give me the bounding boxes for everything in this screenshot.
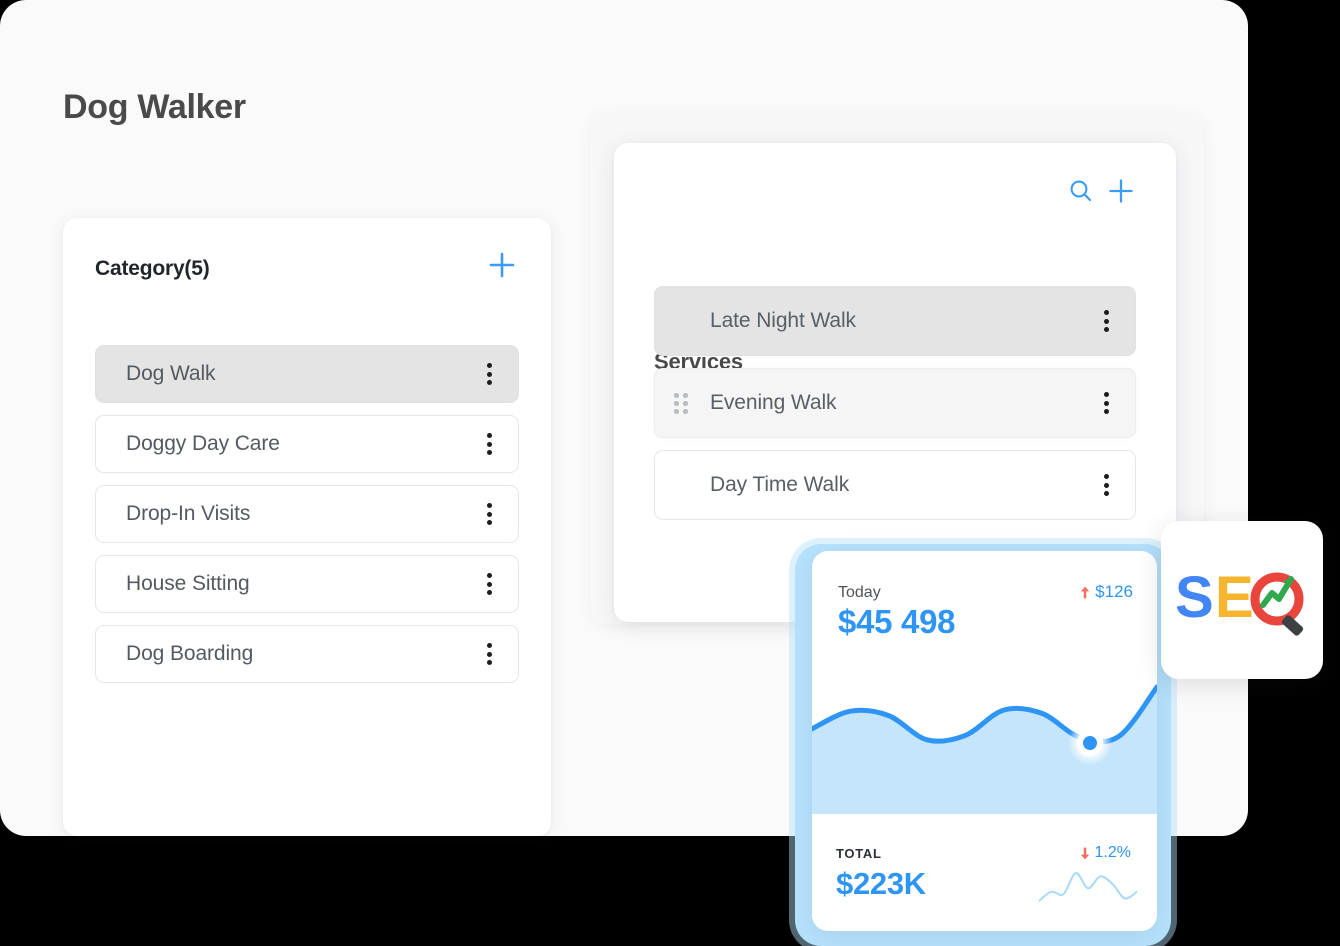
kebab-dot bbox=[1104, 409, 1109, 414]
category-item-label: Dog Boarding bbox=[126, 642, 254, 665]
services-list: Late Night Walk Evening Walk Day Time Walk bbox=[654, 286, 1136, 532]
more-options-button[interactable] bbox=[1095, 471, 1119, 499]
category-list-item[interactable]: House Sitting bbox=[95, 555, 519, 613]
more-options-button[interactable] bbox=[478, 430, 502, 458]
seo-letter-s: S bbox=[1175, 565, 1214, 630]
kebab-dot bbox=[487, 573, 492, 578]
seo-logo-icon: S E bbox=[1175, 565, 1304, 636]
services-actions bbox=[1063, 173, 1139, 209]
category-item-label: Doggy Day Care bbox=[126, 432, 280, 455]
service-list-item[interactable]: Evening Walk bbox=[654, 368, 1136, 438]
kebab-dot bbox=[487, 660, 492, 665]
more-options-button[interactable] bbox=[478, 570, 502, 598]
drag-handle-dot bbox=[683, 409, 688, 414]
today-label: Today bbox=[838, 584, 881, 601]
service-list-item[interactable]: Day Time Walk bbox=[654, 450, 1136, 520]
category-item-label: House Sitting bbox=[126, 572, 250, 595]
kebab-dot bbox=[487, 643, 492, 648]
more-options-button[interactable] bbox=[478, 640, 502, 668]
kebab-dot bbox=[487, 651, 492, 657]
drag-handle-dot bbox=[674, 401, 679, 406]
more-options-button[interactable] bbox=[478, 500, 502, 528]
category-card: Category(5) Dog Walk Doggy Day Care Drop-I… bbox=[63, 218, 551, 836]
seo-logo-tile: S E bbox=[1161, 521, 1323, 679]
kebab-dot bbox=[487, 380, 492, 385]
category-list-item[interactable]: Drop-In Visits bbox=[95, 485, 519, 543]
arrow-up-icon bbox=[1080, 586, 1090, 598]
drag-handle-dot bbox=[683, 393, 688, 398]
add-service-button[interactable] bbox=[1103, 173, 1139, 209]
kebab-dot bbox=[487, 371, 492, 377]
category-item-label: Dog Walk bbox=[126, 362, 216, 385]
plus-icon bbox=[1109, 179, 1133, 203]
revenue-area-chart bbox=[812, 669, 1157, 814]
more-options-button[interactable] bbox=[478, 360, 502, 388]
today-value: $45 498 bbox=[838, 603, 956, 640]
kebab-dot bbox=[487, 433, 492, 438]
category-item-label: Drop-In Visits bbox=[126, 502, 251, 525]
search-icon bbox=[1070, 180, 1092, 202]
drag-handle-dot bbox=[674, 393, 679, 398]
kebab-dot bbox=[1104, 318, 1109, 324]
kebab-dot bbox=[487, 450, 492, 455]
seo-letter-e: E bbox=[1215, 565, 1254, 630]
drag-handle-icon[interactable] bbox=[673, 392, 689, 414]
today-delta: $126 bbox=[1080, 582, 1133, 602]
kebab-dot bbox=[1104, 474, 1109, 479]
kebab-dot bbox=[487, 441, 492, 447]
page-title: Dog Walker bbox=[63, 88, 246, 126]
total-value: $223K bbox=[836, 866, 926, 901]
total-delta-value: 1.2% bbox=[1094, 844, 1131, 861]
total-sparkline bbox=[1039, 872, 1137, 902]
category-list-item[interactable]: Dog Walk bbox=[95, 345, 519, 403]
kebab-dot bbox=[487, 511, 492, 517]
drag-handle-dot bbox=[674, 409, 679, 414]
kebab-dot bbox=[1104, 491, 1109, 496]
category-list: Dog Walk Doggy Day Care Drop-In Visits Hous… bbox=[95, 345, 519, 695]
more-options-button[interactable] bbox=[1095, 389, 1119, 417]
drag-handle-dot bbox=[683, 401, 688, 406]
kebab-dot bbox=[1104, 392, 1109, 397]
more-options-button[interactable] bbox=[1095, 307, 1119, 335]
chart-marker-dot[interactable] bbox=[1077, 730, 1103, 756]
kebab-dot bbox=[487, 590, 492, 595]
kebab-dot bbox=[487, 581, 492, 587]
service-list-item[interactable]: Late Night Walk bbox=[654, 286, 1136, 356]
plus-icon bbox=[489, 252, 515, 278]
service-item-label: Day Time Walk bbox=[710, 473, 850, 496]
analytics-card: Today $45 498 $126 TOTAL $223K 1.2% bbox=[812, 551, 1157, 931]
search-services-button[interactable] bbox=[1063, 173, 1099, 209]
kebab-dot bbox=[487, 363, 492, 368]
add-category-button[interactable] bbox=[485, 248, 519, 282]
kebab-dot bbox=[487, 503, 492, 508]
service-item-label: Evening Walk bbox=[710, 391, 837, 414]
total-delta: 1.2% bbox=[1080, 844, 1131, 862]
kebab-dot bbox=[1104, 310, 1109, 315]
kebab-dot bbox=[1104, 400, 1109, 406]
total-label: TOTAL bbox=[836, 846, 882, 861]
category-header: Category(5) bbox=[95, 252, 523, 286]
category-title: Category(5) bbox=[95, 257, 210, 280]
arrow-down-icon bbox=[1080, 847, 1089, 859]
today-delta-value: $126 bbox=[1095, 582, 1133, 601]
category-list-item[interactable]: Dog Boarding bbox=[95, 625, 519, 683]
kebab-dot bbox=[487, 520, 492, 525]
service-item-label: Late Night Walk bbox=[710, 309, 856, 332]
category-list-item[interactable]: Doggy Day Care bbox=[95, 415, 519, 473]
kebab-dot bbox=[1104, 482, 1109, 488]
kebab-dot bbox=[1104, 327, 1109, 332]
